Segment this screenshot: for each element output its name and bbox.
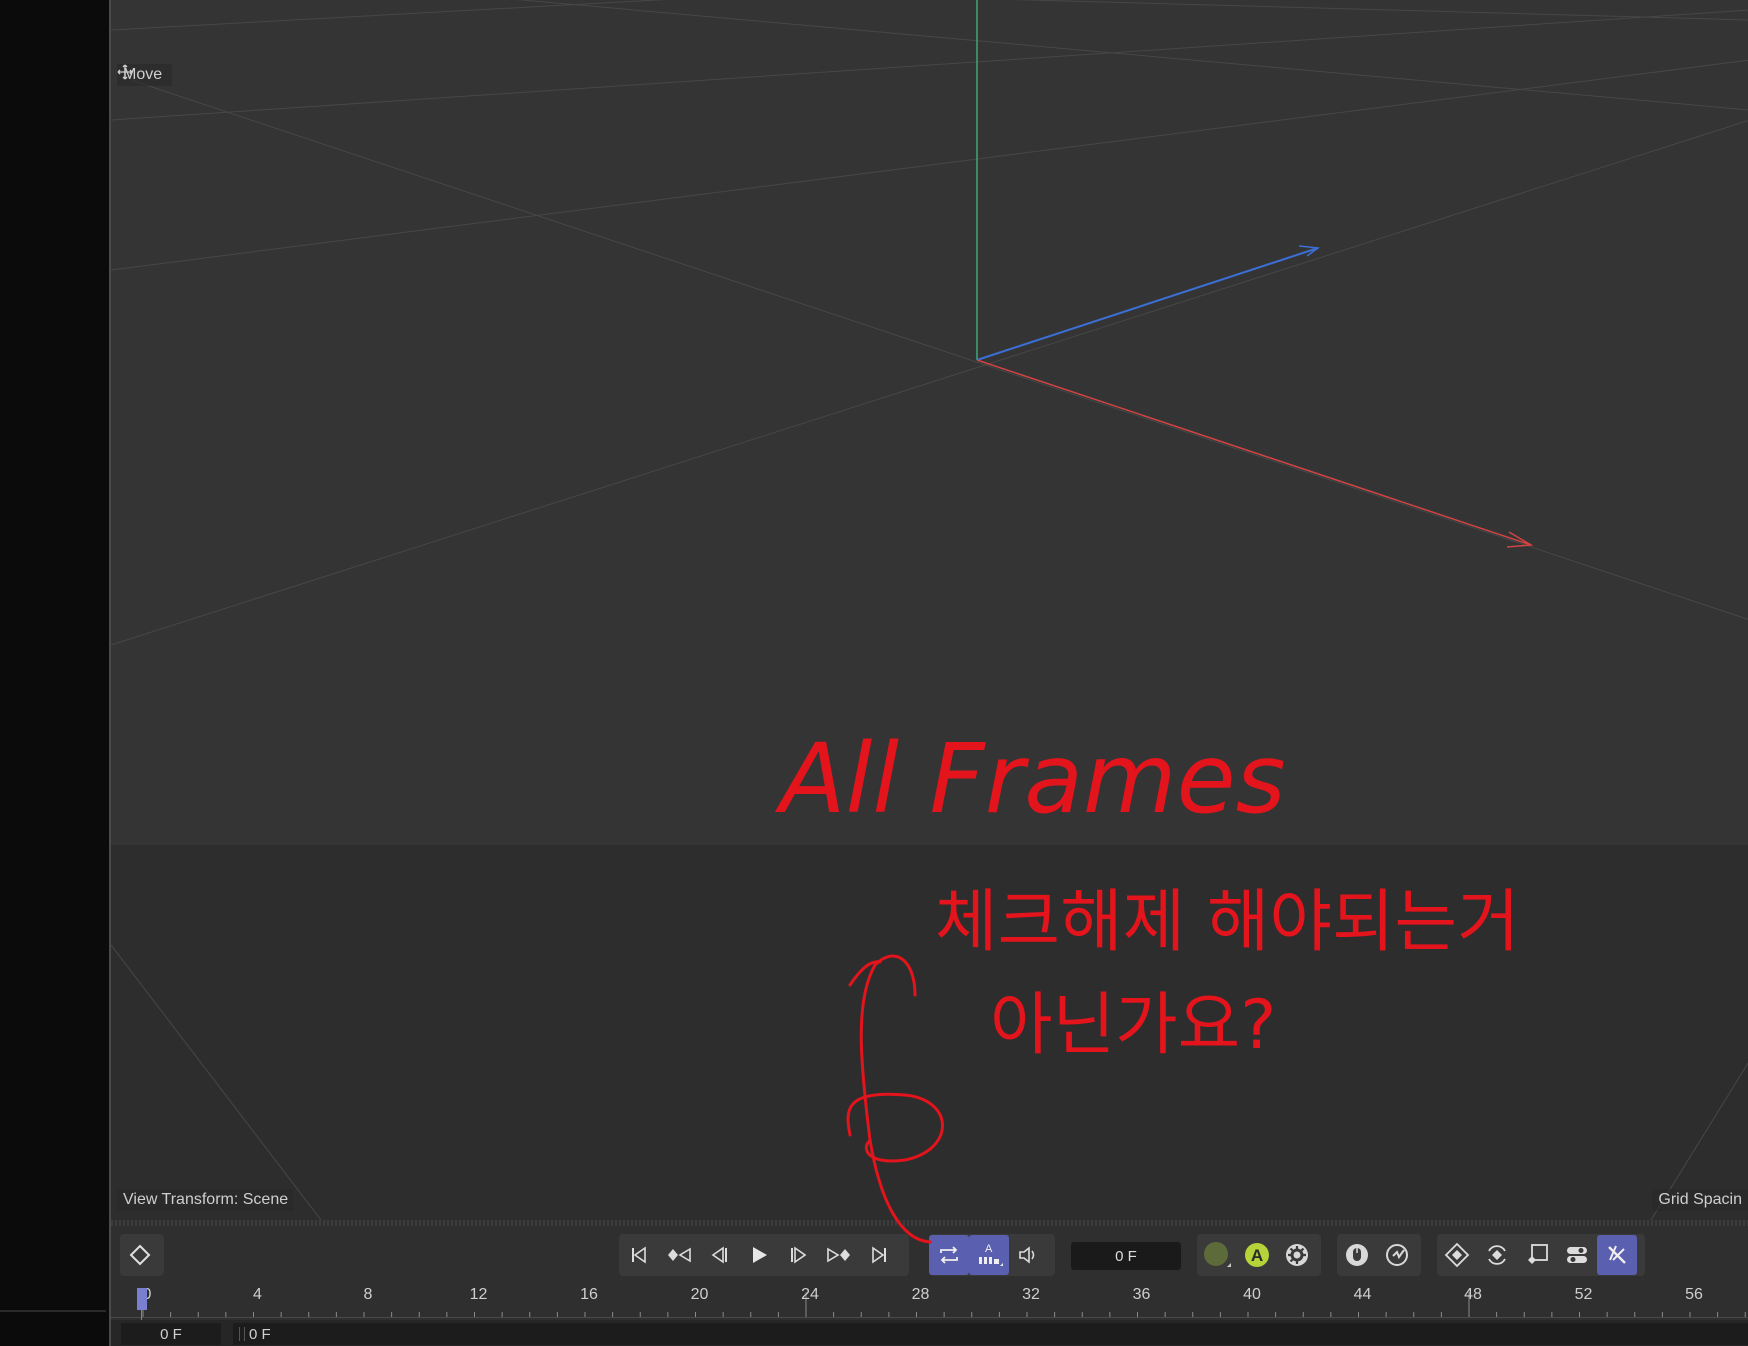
ruler-tick-label: 12 — [469, 1286, 488, 1303]
x-axis-line — [976, 359, 1532, 546]
parameter-key-icon — [1567, 1247, 1587, 1263]
point-level-icon — [1608, 1245, 1626, 1264]
skip-start-icon — [632, 1246, 646, 1264]
play-button[interactable] — [739, 1235, 779, 1275]
svg-text:A: A — [985, 1243, 993, 1255]
loop-button[interactable] — [929, 1235, 969, 1275]
play-icon — [753, 1247, 767, 1263]
grid-spacing-label: Grid Spacin — [1652, 1189, 1748, 1211]
ruler-tick-label: 40 — [1243, 1286, 1261, 1303]
svg-text:A: A — [1251, 1246, 1263, 1265]
skip-end-icon — [872, 1246, 886, 1264]
go-to-end-button[interactable] — [859, 1235, 899, 1275]
ruler-tick-label: 52 — [1574, 1286, 1593, 1303]
previous-key-button[interactable] — [659, 1235, 699, 1275]
sound-button[interactable] — [1009, 1235, 1049, 1275]
viewport-grid — [111, 0, 1748, 1220]
autokey-icon: A — [1245, 1243, 1269, 1267]
z-axis-line — [976, 247, 1319, 361]
key-settings-button[interactable] — [1277, 1235, 1317, 1275]
gear-icon — [1286, 1244, 1308, 1266]
next-key-button[interactable] — [819, 1235, 859, 1275]
preview-range-slider[interactable]: 0 F — [233, 1323, 1748, 1345]
ruler-tick-label: 48 — [1464, 1286, 1482, 1303]
ruler-tick-label: 4 — [253, 1286, 262, 1303]
next-frame-icon — [791, 1246, 807, 1264]
view-transform-label: View Transform: Scene — [117, 1189, 295, 1211]
all-frames-button[interactable]: A — [969, 1235, 1009, 1275]
playback-mode-group: A — [929, 1234, 1055, 1276]
prev-frame-icon — [711, 1246, 727, 1264]
key-filter-button[interactable] — [1377, 1235, 1417, 1275]
next-key-icon — [827, 1247, 850, 1263]
track-mode-group — [1337, 1234, 1421, 1276]
all-frames-icon: A — [979, 1243, 1003, 1266]
ruler-tick-label: 8 — [363, 1286, 373, 1303]
ruler-tick-label: 28 — [911, 1286, 930, 1303]
position-key-button[interactable] — [1437, 1235, 1477, 1275]
left-panel-divider — [0, 1310, 106, 1312]
prev-key-icon — [668, 1247, 691, 1263]
preview-start-field[interactable]: 0 F — [121, 1323, 221, 1345]
autokey-button[interactable]: A — [1237, 1235, 1277, 1275]
transport-controls — [619, 1234, 909, 1276]
record-group: A — [1197, 1234, 1321, 1276]
left-panel-strip — [0, 0, 106, 1346]
current-frame-field[interactable]: 0 F — [1071, 1242, 1181, 1270]
playhead-handle[interactable] — [137, 1288, 147, 1310]
keyframe-diamond-icon — [129, 1244, 151, 1266]
keyframe-diamond-button[interactable] — [120, 1235, 160, 1275]
ruler-tick-label: 36 — [1132, 1286, 1151, 1303]
ruler-tick-label: 24 — [801, 1286, 819, 1303]
timeline-drag-border[interactable] — [111, 1220, 1748, 1226]
loop-icon — [940, 1246, 958, 1264]
timeline-ruler[interactable]: 0 4 8 12 16 20 24 28 32 36 40 44 48 52 56 — [111, 1284, 1748, 1320]
keyframe-button-group — [120, 1234, 164, 1276]
ruler-tick-label: 20 — [690, 1286, 709, 1303]
record-icon — [1204, 1242, 1231, 1267]
timeline-panel: A 0 F A 0 4 8 12 16 20 24 28 32 36 40 44 48 52 56 0 F … — [109, 1220, 1748, 1346]
active-tool-label: Move — [117, 64, 173, 86]
ruler-tick-label: 16 — [580, 1286, 598, 1303]
scale-key-icon — [1528, 1244, 1548, 1264]
move-key-icon — [1444, 1242, 1470, 1268]
sound-icon — [1019, 1246, 1035, 1264]
3d-viewport[interactable]: Move View Transform: Scene Grid Spacin — [109, 0, 1748, 1220]
ruler-tick-label: 56 — [1685, 1286, 1703, 1303]
key-type-group — [1437, 1234, 1645, 1276]
rotation-key-button[interactable] — [1477, 1235, 1517, 1275]
point-level-key-button[interactable] — [1597, 1235, 1637, 1275]
mouse-icon — [1346, 1244, 1368, 1266]
previous-frame-button[interactable] — [699, 1235, 739, 1275]
ruler-tick-label: 44 — [1353, 1286, 1372, 1303]
record-button[interactable] — [1197, 1235, 1237, 1275]
mouse-record-button[interactable] — [1337, 1235, 1377, 1275]
parameter-key-button[interactable] — [1557, 1235, 1597, 1275]
rotate-key-icon — [1488, 1245, 1506, 1265]
ruler-baseline — [111, 1317, 1748, 1318]
playhead-line — [141, 1308, 142, 1320]
key-filter-icon — [1386, 1244, 1408, 1266]
range-bar: 0 F 0 F — [111, 1320, 1748, 1346]
next-frame-button[interactable] — [779, 1235, 819, 1275]
scale-key-button[interactable] — [1517, 1235, 1557, 1275]
ruler-tick-label: 32 — [1022, 1286, 1040, 1303]
go-to-start-button[interactable] — [619, 1235, 659, 1275]
